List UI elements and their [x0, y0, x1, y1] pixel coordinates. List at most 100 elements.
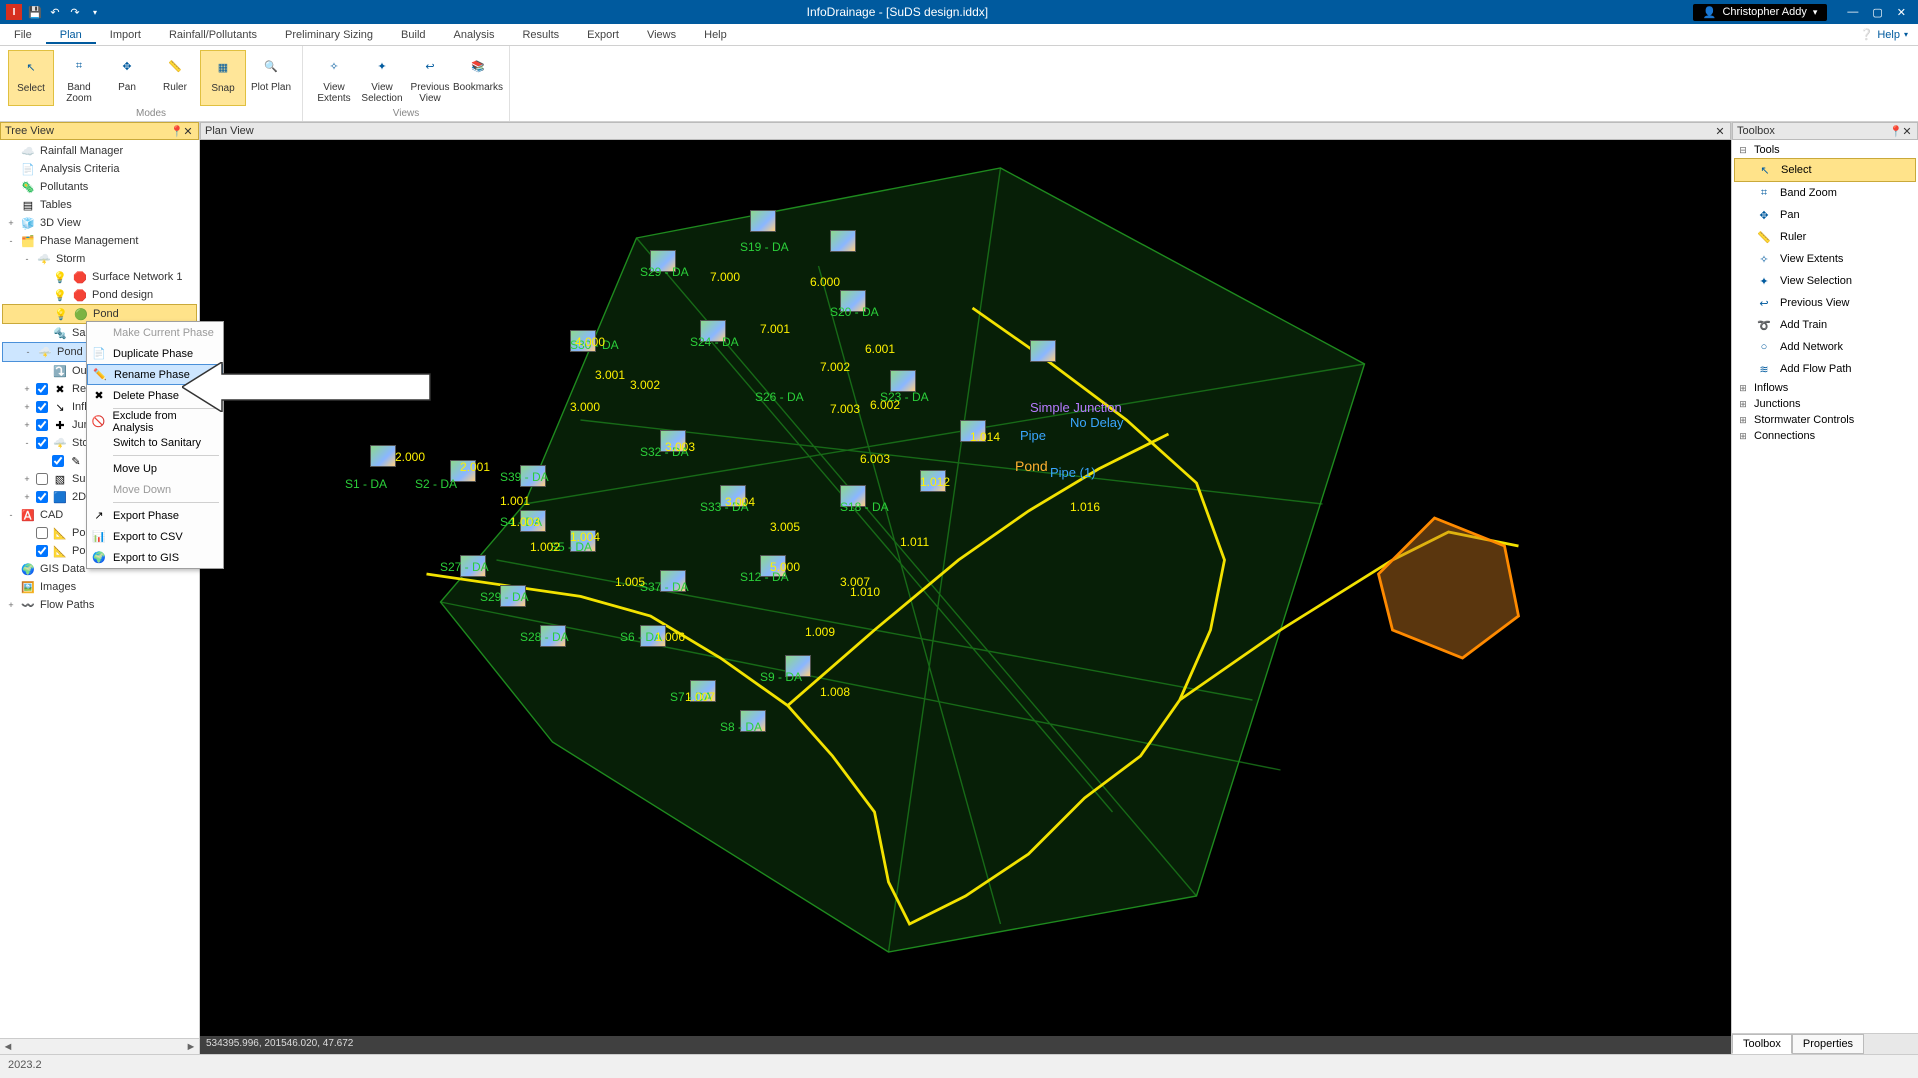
- expander-icon[interactable]: +: [22, 420, 32, 430]
- catchment-icon[interactable]: [1030, 340, 1056, 362]
- menu-analysis[interactable]: Analysis: [440, 26, 509, 44]
- close-toolbox-icon[interactable]: ✕: [1901, 125, 1913, 138]
- tree-checkbox[interactable]: [52, 455, 64, 467]
- ribbon-select[interactable]: ↖Select: [8, 50, 54, 106]
- catchment-icon[interactable]: [370, 445, 396, 467]
- tool-pan[interactable]: ✥Pan: [1734, 204, 1916, 226]
- ctx-export-phase[interactable]: ↗Export Phase: [87, 505, 223, 526]
- tool-viewextents[interactable]: ✧View Extents: [1734, 248, 1916, 270]
- ribbon-viewselection[interactable]: ✦View Selection: [359, 50, 405, 106]
- tool-addnetwork[interactable]: ○Add Network: [1734, 336, 1916, 358]
- tool-addtrain[interactable]: ➰Add Train: [1734, 314, 1916, 336]
- pin-icon[interactable]: 📍: [1889, 125, 1901, 138]
- expander-icon[interactable]: -: [22, 438, 32, 448]
- tree-node[interactable]: ☁️Rainfall Manager: [2, 142, 197, 160]
- toolbox-cat-inflows[interactable]: ⊞Inflows: [1734, 380, 1916, 396]
- ribbon-pan[interactable]: ✥Pan: [104, 50, 150, 106]
- minimize-icon[interactable]: —: [1847, 6, 1858, 19]
- ribbon-plotplan[interactable]: 🔍Plot Plan: [248, 50, 294, 106]
- tree-node[interactable]: +🧊3D View: [2, 214, 197, 232]
- save-icon[interactable]: 💾: [28, 5, 42, 19]
- expander-icon[interactable]: +: [6, 218, 16, 228]
- ribbon-snap[interactable]: ▦Snap: [200, 50, 246, 106]
- ctx-move-up[interactable]: Move Up: [87, 458, 223, 479]
- tree-node[interactable]: -🗂️Phase Management: [2, 232, 197, 250]
- help-link[interactable]: ❔Help▾: [1860, 28, 1918, 41]
- expander-icon[interactable]: -: [6, 236, 16, 246]
- tool-previousview[interactable]: ↩Previous View: [1734, 292, 1916, 314]
- tree-checkbox[interactable]: [36, 419, 48, 431]
- user-menu[interactable]: 👤 Christopher Addy: [1693, 4, 1828, 21]
- tree-node[interactable]: ▤Tables: [2, 196, 197, 214]
- close-panel-icon[interactable]: ✕: [182, 125, 194, 138]
- tree-node[interactable]: -🌩️Storm: [2, 250, 197, 268]
- tree-node[interactable]: 🖼️Images: [2, 578, 197, 596]
- tree-checkbox[interactable]: [36, 473, 48, 485]
- tab-toolbox[interactable]: Toolbox: [1732, 1034, 1792, 1054]
- menu-help[interactable]: Help: [690, 26, 741, 44]
- catchment-icon[interactable]: [890, 370, 916, 392]
- expander-icon[interactable]: -: [22, 254, 32, 264]
- catchment-icon[interactable]: [830, 230, 856, 252]
- plan-canvas[interactable]: S19 - DA S29 - DA S20 - DA S30 - DA S24 …: [200, 140, 1731, 1036]
- menu-import[interactable]: Import: [96, 26, 155, 44]
- menu-file[interactable]: File: [0, 26, 46, 44]
- menu-export[interactable]: Export: [573, 26, 633, 44]
- tree-node[interactable]: 🦠Pollutants: [2, 178, 197, 196]
- menu-views[interactable]: Views: [633, 26, 690, 44]
- menu-rainfall[interactable]: Rainfall/Pollutants: [155, 26, 271, 44]
- expander-icon[interactable]: +: [22, 474, 32, 484]
- expander-icon[interactable]: -: [6, 510, 16, 520]
- catchment-icon[interactable]: [750, 210, 776, 232]
- ribbon-viewextents[interactable]: ✧View Extents: [311, 50, 357, 106]
- tree-checkbox[interactable]: [36, 527, 48, 539]
- ribbon-bookmarks[interactable]: 📚Bookmarks: [455, 50, 501, 106]
- menu-prelim[interactable]: Preliminary Sizing: [271, 26, 387, 44]
- qat-dropdown-icon[interactable]: ▾: [88, 5, 102, 19]
- menu-plan[interactable]: Plan: [46, 26, 96, 44]
- tool-ruler[interactable]: 📏Ruler: [1734, 226, 1916, 248]
- pin-icon[interactable]: 📍: [170, 125, 182, 138]
- tree-hscroll[interactable]: ◄ ►: [0, 1038, 199, 1054]
- expander-icon[interactable]: +: [6, 600, 16, 610]
- expander-icon[interactable]: +: [22, 492, 32, 502]
- tool-addflowpath[interactable]: ≋Add Flow Path: [1734, 358, 1916, 380]
- scroll-left-icon[interactable]: ◄: [0, 1041, 16, 1053]
- ribbon-bandzoom[interactable]: ⌗Band Zoom: [56, 50, 102, 106]
- tree-node[interactable]: 📄Analysis Criteria: [2, 160, 197, 178]
- menu-build[interactable]: Build: [387, 26, 439, 44]
- tree-node[interactable]: +〰️Flow Paths: [2, 596, 197, 614]
- tool-select[interactable]: ↖Select: [1734, 158, 1916, 182]
- ctx-export-to-csv[interactable]: 📊Export to CSV: [87, 526, 223, 547]
- ribbon-previousview[interactable]: ↩Previous View: [407, 50, 453, 106]
- maximize-icon[interactable]: ▢: [1872, 6, 1882, 19]
- tree-node[interactable]: 💡🛑Surface Network 1: [2, 268, 197, 286]
- tree-checkbox[interactable]: [36, 491, 48, 503]
- expander-icon[interactable]: +: [22, 384, 32, 394]
- redo-icon[interactable]: ↷: [68, 5, 82, 19]
- tree-checkbox[interactable]: [36, 401, 48, 413]
- tree-checkbox[interactable]: [36, 437, 48, 449]
- tree-checkbox[interactable]: [36, 383, 48, 395]
- ribbon-ruler[interactable]: 📏Ruler: [152, 50, 198, 106]
- ctx-export-to-gis[interactable]: 🌍Export to GIS: [87, 547, 223, 568]
- toolbox-cat-junctions[interactable]: ⊞Junctions: [1734, 396, 1916, 412]
- expander-icon[interactable]: +: [22, 402, 32, 412]
- ctx-exclude-from-analysis[interactable]: 🚫Exclude from Analysis: [87, 411, 223, 432]
- ctx-switch-to-sanitary[interactable]: Switch to Sanitary: [87, 432, 223, 453]
- tool-viewselection[interactable]: ✦View Selection: [1734, 270, 1916, 292]
- toolbox-cat-connections[interactable]: ⊞Connections: [1734, 428, 1916, 444]
- tab-properties[interactable]: Properties: [1792, 1034, 1864, 1054]
- expander-icon[interactable]: -: [23, 347, 33, 357]
- undo-icon[interactable]: ↶: [48, 5, 62, 19]
- ctx-duplicate-phase[interactable]: 📄Duplicate Phase: [87, 343, 223, 364]
- scroll-right-icon[interactable]: ►: [183, 1041, 199, 1053]
- tree-checkbox[interactable]: [36, 545, 48, 557]
- menu-results[interactable]: Results: [508, 26, 573, 44]
- tool-bandzoom[interactable]: ⌗Band Zoom: [1734, 182, 1916, 204]
- toolbox-cat-tools[interactable]: ⊟Tools: [1734, 142, 1916, 158]
- tree-node[interactable]: 💡🛑Pond design: [2, 286, 197, 304]
- toolbox-cat-stormwater[interactable]: ⊞Stormwater Controls: [1734, 412, 1916, 428]
- close-icon[interactable]: ✕: [1897, 6, 1906, 19]
- close-plan-icon[interactable]: ✕: [1714, 125, 1726, 138]
